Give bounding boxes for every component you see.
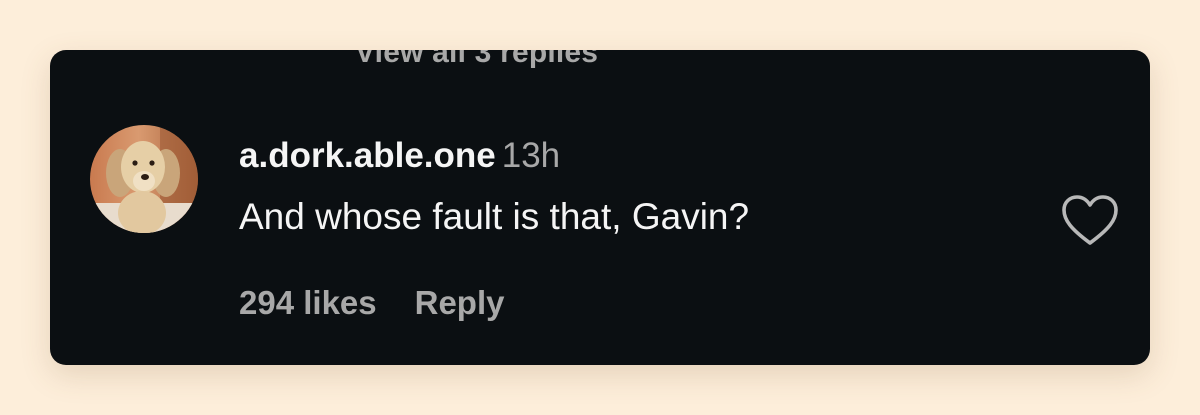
heart-icon <box>1062 195 1118 245</box>
comment-card: View all 3 replies a.dork.able.one 13h A… <box>50 50 1150 365</box>
likes-count[interactable]: 294 likes <box>239 284 377 321</box>
username-link[interactable]: a.dork.able.one <box>239 136 496 175</box>
view-replies-link[interactable]: View all 3 replies <box>355 50 598 70</box>
timestamp: 13h <box>501 136 561 175</box>
comment-actions: 294 likes Reply <box>239 284 505 322</box>
avatar[interactable] <box>90 125 198 233</box>
like-button[interactable] <box>1061 195 1119 247</box>
comment-header: a.dork.able.one 13h <box>239 136 560 176</box>
dog-avatar-image <box>90 125 198 233</box>
comment-text: And whose fault is that, Gavin? <box>239 196 750 237</box>
reply-button[interactable]: Reply <box>415 284 505 321</box>
